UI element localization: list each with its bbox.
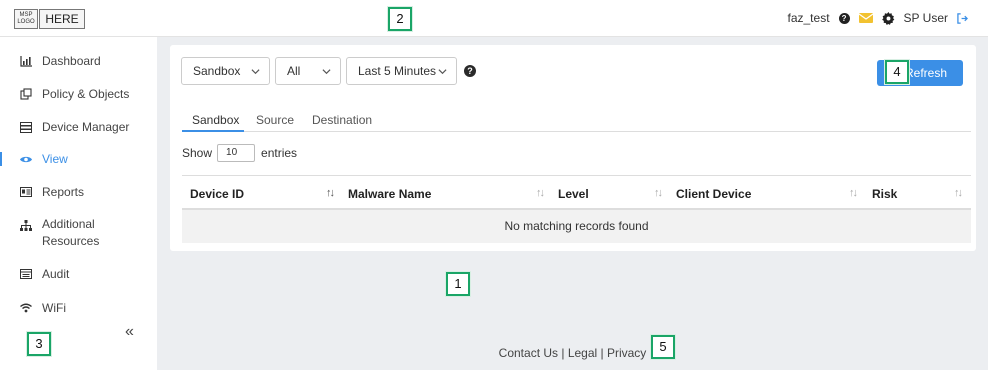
objects-icon [20, 88, 32, 100]
sidebar-item-reports[interactable]: Reports [0, 185, 157, 199]
sidebar-item-label: Reports [42, 185, 85, 199]
column-malware-name[interactable]: Malware Name [348, 187, 431, 201]
msp-logo[interactable]: MSP LOGO [14, 9, 38, 29]
wifi-icon [20, 302, 32, 314]
tab-bar: Sandbox Source Destination [182, 105, 971, 132]
tab-source[interactable]: Source [256, 113, 294, 127]
sort-icon[interactable]: ↑↓ [954, 187, 963, 199]
sidebar-item-label: View [42, 152, 68, 166]
scope-select[interactable]: All [275, 57, 341, 85]
results-table: Device ID ↑↓ Malware Name ↑↓ Level ↑↓ Cl… [182, 175, 971, 243]
logo-text: MSP LOGO [17, 12, 35, 25]
footer-links[interactable]: Contact Us | Legal | Privacy [157, 346, 988, 360]
help-icon[interactable]: ? [464, 65, 476, 77]
eye-icon [20, 153, 32, 165]
empty-table-message: No matching records found [182, 210, 971, 243]
sidebar-item-label: Device Manager [42, 120, 130, 134]
annotation-marker-5: 5 [651, 335, 675, 359]
tab-sandbox[interactable]: Sandbox [192, 113, 239, 127]
annotation-marker-2: 2 [388, 7, 412, 31]
chevron-down-icon [251, 65, 260, 79]
sort-icon[interactable]: ↑↓ [849, 187, 858, 199]
sidebar-item-dashboard[interactable]: Dashboard [0, 54, 157, 68]
gear-icon[interactable] [881, 11, 895, 25]
sidebar-item-device-manager[interactable]: Device Manager [0, 120, 157, 134]
mail-icon[interactable] [858, 13, 873, 23]
chevron-down-icon [438, 65, 447, 79]
column-risk[interactable]: Risk [872, 187, 897, 201]
chevron-down-icon [322, 65, 331, 79]
user-toolbar: faz_test ? SP User [788, 11, 969, 25]
audit-icon [20, 268, 32, 280]
annotation-marker-1: 1 [446, 272, 470, 296]
bar-chart-icon [20, 55, 32, 67]
sidebar-item-view[interactable]: View [0, 152, 157, 166]
tab-destination[interactable]: Destination [312, 113, 372, 127]
device-icon [20, 121, 32, 133]
sidebar-item-label: WiFi [42, 301, 66, 315]
here-button[interactable]: HERE [39, 9, 85, 29]
sort-icon[interactable]: ↑↓ [326, 187, 335, 199]
user-role-label[interactable]: SP User [904, 11, 948, 25]
sidebar-item-additional-resources[interactable]: Additional Resources [0, 217, 157, 250]
entries-control: Show 10 entries [182, 144, 297, 162]
sidebar-item-label: Audit [42, 267, 70, 281]
sitemap-icon [20, 219, 32, 231]
sidebar: Dashboard Policy & Objects Device Manage… [0, 37, 157, 370]
help-icon[interactable]: ? [838, 12, 850, 24]
show-label: Show [182, 146, 213, 160]
sidebar-item-label: Dashboard [42, 54, 101, 68]
top-bar: MSP LOGO HERE faz_test ? SP User [0, 0, 988, 37]
column-client-device[interactable]: Client Device [676, 187, 751, 201]
time-range-value: Last 5 Minutes [358, 64, 437, 78]
entries-suffix: entries [261, 146, 298, 160]
log-type-select[interactable]: Sandbox [181, 57, 270, 85]
sidebar-item-wifi[interactable]: WiFi [0, 301, 157, 315]
table-header: Device ID ↑↓ Malware Name ↑↓ Level ↑↓ Cl… [182, 175, 971, 210]
column-device-id[interactable]: Device ID [190, 187, 244, 201]
main-content: Sandbox All Last 5 Minutes ? Refresh San… [157, 37, 988, 370]
annotation-marker-3: 3 [27, 332, 51, 356]
username: faz_test [787, 11, 830, 25]
scope-value: All [287, 64, 301, 78]
entries-per-page-input[interactable]: 10 [217, 144, 256, 162]
logout-icon[interactable] [957, 12, 968, 24]
log-type-value: Sandbox [193, 64, 241, 78]
collapse-sidebar-button[interactable]: « [125, 323, 134, 341]
active-tab-indicator [182, 130, 244, 132]
sidebar-item-label: Policy & Objects [42, 87, 130, 101]
logs-panel: Sandbox All Last 5 Minutes ? Refresh San… [170, 45, 976, 251]
column-level[interactable]: Level [558, 187, 589, 201]
time-range-select[interactable]: Last 5 Minutes [346, 57, 457, 85]
reports-icon [20, 186, 32, 198]
sort-icon[interactable]: ↑↓ [654, 187, 663, 199]
refresh-label: Refresh [904, 66, 948, 80]
annotation-marker-4: 4 [885, 60, 909, 84]
sidebar-item-policy-objects[interactable]: Policy & Objects [0, 87, 157, 101]
sort-icon[interactable]: ↑↓ [536, 187, 545, 199]
sidebar-item-label: Additional Resources [42, 217, 100, 248]
sidebar-item-audit[interactable]: Audit [0, 267, 157, 281]
